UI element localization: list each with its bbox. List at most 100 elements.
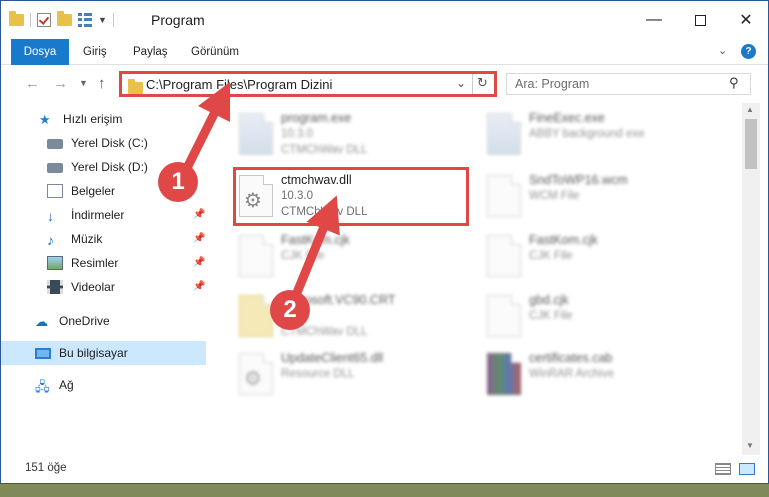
file-name: certificates.cab [529, 351, 613, 365]
file-item[interactable]: SndToWP16.wcm WCM File [481, 169, 721, 225]
file-type: WinRAR Archive [529, 368, 614, 380]
file-name: FastKom.cjk [529, 233, 598, 247]
network-icon: 🖧 [35, 379, 50, 394]
sidebar-item-videos[interactable]: Videolar 📌 [1, 275, 206, 299]
sidebar-item-label: Bu bilgisayar [59, 346, 128, 360]
file-type: CJK File [529, 310, 573, 322]
sidebar-item-this-pc[interactable]: Bu bilgisayar [1, 341, 206, 365]
pin-icon[interactable]: 📌 [193, 209, 205, 220]
exe-icon [487, 113, 521, 155]
file-type: CJK File [529, 250, 573, 262]
star-icon: ★ [39, 112, 51, 127]
toolbar-divider [112, 13, 114, 27]
properties-icon[interactable] [78, 13, 92, 27]
scroll-up-icon[interactable]: ▲ [746, 105, 754, 114]
file-item[interactable]: Microsoft.VC90.CRT CTMChWav DLL [233, 289, 473, 345]
details-view-icon[interactable] [715, 463, 731, 475]
step-2-badge: 2 [270, 290, 310, 330]
vertical-scrollbar[interactable]: ▲ ▼ [742, 103, 760, 455]
disk-icon [47, 163, 63, 173]
maximize-icon [694, 14, 706, 26]
large-icons-view-icon[interactable] [739, 463, 755, 475]
up-arrow-icon[interactable]: ↑ [98, 75, 106, 92]
file-description: CTMChWav DLL [281, 144, 368, 156]
sidebar-item-label: Belgeler [71, 184, 116, 198]
sidebar-item-pictures[interactable]: Resimler 📌 [1, 251, 206, 275]
explorer-window: ▼ Program — ✕ Dosya Giriş Paylaş Görünüm… [0, 0, 769, 484]
file-item[interactable]: FineExec.exe ABBY background exe [481, 107, 721, 163]
back-arrow-icon[interactable]: ← [25, 75, 40, 92]
tab-share[interactable]: Paylaş [133, 39, 168, 65]
forward-arrow-icon[interactable]: → [53, 75, 68, 92]
music-icon: ♪ [47, 232, 54, 248]
file-type: Resource DLL [281, 368, 355, 380]
maximize-button[interactable] [677, 1, 723, 39]
address-bar[interactable]: C:\Program Files\Program Dizini ⌄ ↻ [119, 71, 497, 97]
address-path[interactable]: C:\Program Files\Program Dizini [146, 77, 332, 92]
file-type: WCM File [529, 190, 580, 202]
file-icon [487, 175, 521, 217]
properties-check-icon[interactable] [37, 13, 51, 27]
toolbar-divider [30, 13, 31, 27]
expand-ribbon-chevron-icon[interactable]: ⌄ [718, 44, 727, 57]
file-item[interactable]: program.exe 10.3.0 CTMChWav DLL [233, 107, 473, 163]
close-icon: ✕ [739, 12, 753, 29]
file-icon [487, 235, 521, 277]
file-item[interactable]: certificates.cab WinRAR Archive [481, 347, 721, 403]
sidebar-item-label: Müzik [71, 232, 103, 246]
recent-locations-chevron-icon[interactable]: ▼ [79, 78, 88, 88]
file-item[interactable]: FastKom.cjk CJK File [481, 229, 721, 285]
sidebar-item-music[interactable]: ♪ Müzik 📌 [1, 227, 206, 251]
file-name: gbd.cjk [529, 293, 569, 307]
sidebar-item-network[interactable]: 🖧 Ağ [1, 373, 206, 397]
file-item[interactable]: FastKom.cjk CJK File [233, 229, 473, 285]
pin-icon[interactable]: 📌 [193, 281, 205, 292]
file-version: 10.3.0 [281, 128, 313, 140]
sidebar-item-label: OneDrive [59, 314, 110, 328]
minimize-button[interactable]: — [631, 1, 677, 39]
documents-icon [47, 184, 63, 198]
exe-icon [239, 113, 273, 155]
file-name: SndToWP16.wcm [529, 173, 628, 187]
close-button[interactable]: ✕ [723, 1, 768, 39]
sidebar-item-label: Yerel Disk (C:) [71, 136, 148, 150]
search-box[interactable]: Ara: Program ⚲ [506, 73, 751, 95]
step-1-badge: 1 [158, 162, 198, 202]
cloud-icon: ☁ [35, 314, 48, 329]
refresh-icon[interactable]: ↻ [477, 75, 488, 91]
file-item[interactable]: UpdateClient65.dll Resource DLL [233, 347, 473, 403]
videos-icon [47, 280, 63, 294]
navigation-pane: ★ Hızlı erişim Yerel Disk (C:) Yerel Dis… [1, 103, 211, 455]
disk-icon [47, 139, 63, 149]
download-icon: ↓ [47, 208, 54, 224]
sidebar-item-label: Yerel Disk (D:) [71, 160, 148, 174]
sidebar-item-label: Hızlı erişim [63, 112, 123, 126]
pin-icon[interactable]: 📌 [193, 233, 205, 244]
pin-icon[interactable]: 📌 [193, 257, 205, 268]
pictures-icon [47, 256, 63, 270]
sidebar-item-label: İndirmeler [71, 208, 125, 222]
folder-icon[interactable] [9, 11, 24, 26]
window-title: Program [151, 12, 205, 28]
file-name: UpdateClient65.dll [281, 351, 384, 365]
sidebar-item-onedrive[interactable]: ☁ OneDrive [1, 309, 206, 333]
tab-view[interactable]: Görünüm [191, 39, 239, 65]
file-icon [239, 235, 273, 277]
sidebar-item-local-disk-c[interactable]: Yerel Disk (C:) [1, 131, 206, 155]
search-icon[interactable]: ⚲ [729, 75, 739, 91]
address-history-chevron-icon[interactable]: ⌄ [456, 76, 466, 90]
address-row: ← → ▼ ↑ C:\Program Files\Program Dizini … [1, 65, 768, 103]
search-placeholder: Ara: Program [515, 77, 590, 91]
title-bar: ▼ Program — ✕ [1, 1, 768, 39]
new-folder-icon[interactable] [57, 11, 72, 26]
file-name: program.exe [281, 111, 352, 125]
customize-toolbar-chevron-icon[interactable]: ▼ [98, 15, 107, 25]
scroll-thumb[interactable] [745, 119, 757, 169]
folder-icon [239, 295, 273, 337]
sidebar-item-downloads[interactable]: ↓ İndirmeler 📌 [1, 203, 206, 227]
file-item[interactable]: gbd.cjk CJK File [481, 289, 721, 345]
help-icon[interactable]: ? [741, 44, 756, 59]
scroll-down-icon[interactable]: ▼ [746, 441, 754, 450]
sidebar-item-quick-access[interactable]: ★ Hızlı erişim [1, 107, 206, 131]
tab-home[interactable]: Giriş [83, 39, 107, 65]
